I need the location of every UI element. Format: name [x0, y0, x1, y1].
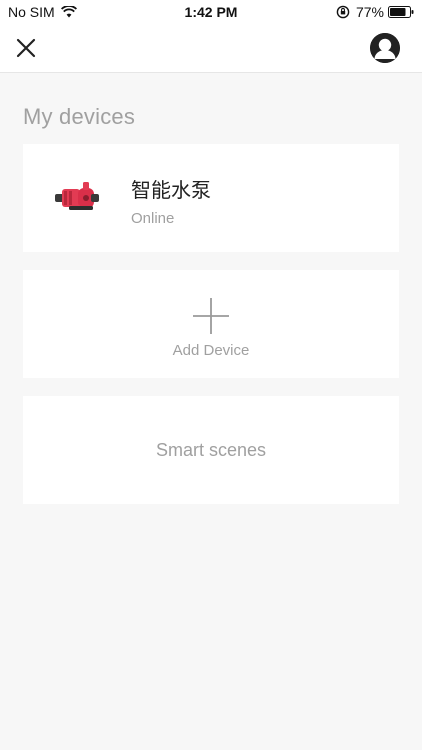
- smart-scenes-card[interactable]: Smart scenes: [23, 396, 399, 504]
- device-card[interactable]: 智能水泵 Online: [23, 144, 399, 252]
- nav-header: [0, 24, 422, 73]
- battery-icon: [388, 6, 414, 18]
- user-avatar-icon[interactable]: [370, 33, 400, 63]
- add-device-card[interactable]: Add Device: [23, 270, 399, 378]
- status-right: 77%: [336, 4, 414, 20]
- battery-percent: 77%: [355, 4, 384, 20]
- plus-icon: [193, 298, 229, 334]
- section-title-my-devices: My devices: [23, 104, 136, 129]
- close-icon[interactable]: [14, 36, 38, 60]
- device-name: 智能水泵: [131, 180, 211, 202]
- orientation-lock-icon: [336, 5, 350, 19]
- status-bar: No SIM 1:42 PM 77%: [0, 0, 422, 24]
- smart-scenes-label: Smart scenes: [155, 440, 267, 460]
- add-device-label: Add Device: [172, 342, 250, 359]
- device-status: Online: [131, 210, 175, 227]
- water-pump-icon: [55, 182, 99, 210]
